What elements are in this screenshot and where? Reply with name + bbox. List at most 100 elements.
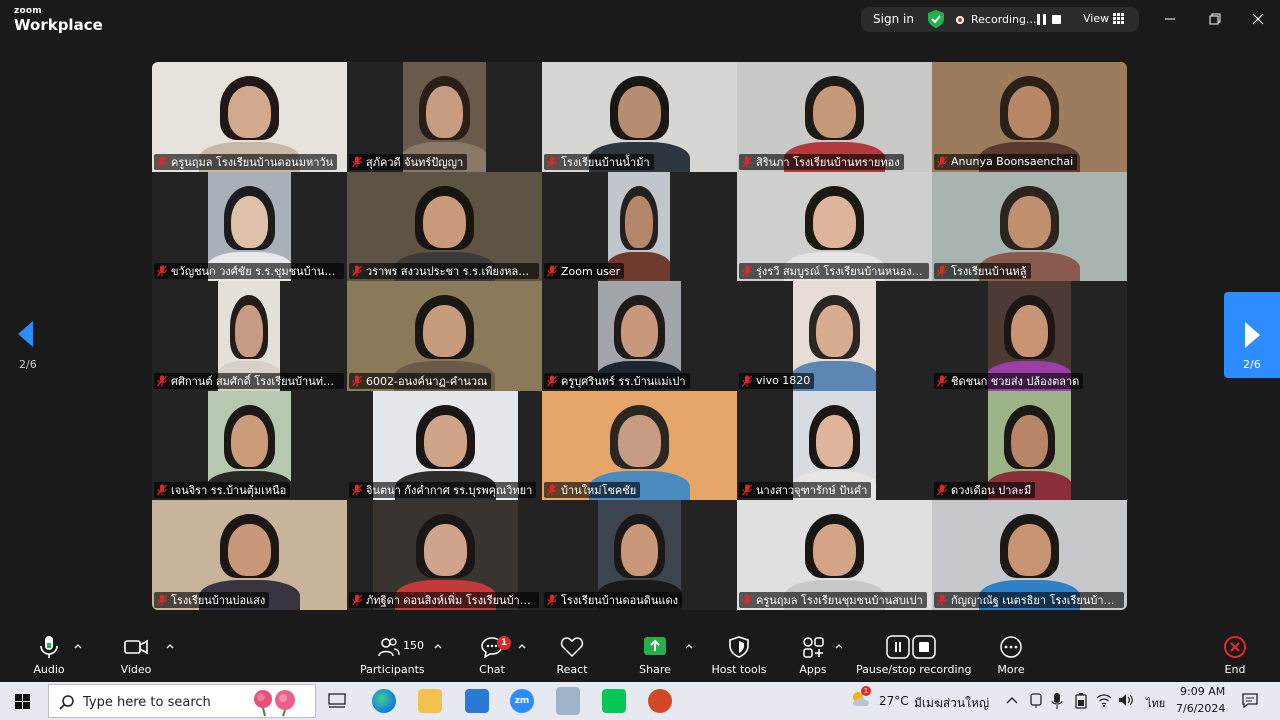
weather-temperature[interactable]: 27°C bbox=[879, 694, 909, 708]
notes-app-icon[interactable] bbox=[556, 687, 580, 715]
participant-tile[interactable]: บ้านใหม่โชคชัย bbox=[542, 390, 737, 501]
powerpoint-icon[interactable] bbox=[648, 689, 672, 713]
participant-tile[interactable]: จินตนา กังคำกาศ รร.บุรพคุณวิทยา bbox=[347, 390, 542, 501]
apps-options-chevron-icon[interactable] bbox=[835, 643, 843, 649]
video-button[interactable]: Video bbox=[116, 635, 156, 676]
video-options-chevron-icon[interactable] bbox=[166, 643, 174, 649]
show-hidden-icons-chevron-icon[interactable] bbox=[1006, 696, 1018, 704]
sign-in-button[interactable]: Sign in bbox=[873, 12, 914, 26]
brand-small: zoom bbox=[14, 6, 42, 16]
windows-start-icon[interactable] bbox=[15, 694, 30, 709]
participant-tile[interactable]: ครูบุศรินทร์ รร.บ้านแม่เปา bbox=[542, 281, 737, 391]
meet-now-icon[interactable] bbox=[1030, 693, 1042, 709]
view-button[interactable]: View bbox=[1083, 12, 1109, 25]
weather-alert-badge: 1 bbox=[861, 686, 871, 696]
participant-tile[interactable]: Zoom user bbox=[542, 171, 737, 282]
brand-large: Workplace bbox=[14, 16, 103, 34]
video-camera-icon bbox=[124, 639, 148, 655]
minimize-icon[interactable] bbox=[1157, 8, 1183, 30]
participant-tile[interactable]: วราพร สงวนประชา ร.ร.เพียงหลวง1... bbox=[347, 171, 542, 282]
volume-icon[interactable] bbox=[1118, 693, 1134, 707]
participant-tile[interactable]: ภัทฐิดา ดอนสิงห์เพิ่ม โรงเรียนบ้านเกี๋..… bbox=[347, 500, 542, 610]
mic-muted-icon bbox=[547, 265, 557, 277]
mail-icon[interactable] bbox=[465, 689, 489, 713]
participant-tile[interactable]: ชิดชนก ชวยส่ง ปล้องตลาด bbox=[932, 281, 1127, 391]
mic-muted-icon bbox=[157, 375, 167, 387]
notification-center-icon[interactable] bbox=[1242, 692, 1258, 708]
chat-options-chevron-icon[interactable] bbox=[518, 643, 526, 649]
react-button[interactable]: React bbox=[555, 635, 589, 676]
security-shield-icon[interactable] bbox=[928, 10, 944, 28]
more-button[interactable]: More bbox=[996, 635, 1026, 676]
participant-tile[interactable]: นางสาวจุฑารักษ์ ปันคำ bbox=[737, 390, 932, 501]
wifi-icon[interactable] bbox=[1096, 693, 1112, 707]
participant-tile[interactable]: โรงเรียนบ้านน้ำม้า bbox=[542, 62, 737, 172]
participant-name-bar: vivo 1820 bbox=[739, 372, 815, 389]
share-options-chevron-icon[interactable] bbox=[685, 643, 693, 649]
previous-page-button[interactable]: 2/6 bbox=[0, 292, 56, 378]
participant-tile[interactable]: โรงเรียนบ้านดอนดินแดง bbox=[542, 500, 737, 610]
participant-name-bar: วราพร สงวนประชา ร.ร.เพียงหลวง1... bbox=[349, 263, 539, 280]
weather-description[interactable]: มีเมฆส่วนใหญ่ bbox=[914, 694, 989, 713]
mic-muted-icon bbox=[937, 265, 947, 277]
participant-tile[interactable]: ศศิกานต์ สมศักดิ์ โรงเรียนบ้านท่าข้... bbox=[152, 281, 347, 391]
share-button[interactable]: Share bbox=[638, 635, 672, 676]
participant-tile[interactable]: กัญญาณัฐ เนตรธิยา โรงเรียนบ้าน... bbox=[932, 500, 1127, 610]
participant-tile[interactable]: รุ่งรวี สมบูรณ์ โรงเรียนบ้านหนองบัว... bbox=[737, 171, 932, 282]
mic-muted-icon bbox=[352, 594, 362, 606]
mic-muted-icon bbox=[547, 375, 557, 387]
heart-icon bbox=[560, 637, 584, 658]
participants-options-chevron-icon[interactable] bbox=[434, 643, 442, 649]
file-explorer-icon[interactable] bbox=[418, 689, 442, 713]
participant-tile[interactable]: Anunya Boonsaenchai bbox=[932, 62, 1127, 172]
battery-icon[interactable] bbox=[1074, 693, 1088, 709]
audio-button[interactable]: Audio bbox=[30, 635, 68, 676]
task-view-icon[interactable] bbox=[328, 693, 346, 709]
arrow-left-icon bbox=[18, 321, 33, 347]
participant-name-bar: โรงเรียนบ้านดอนดินแดง bbox=[544, 591, 683, 608]
participant-name: ศศิกานต์ สมศักดิ์ โรงเรียนบ้านท่าข้... bbox=[171, 374, 340, 388]
clock-time[interactable]: 9:09 AM bbox=[1180, 685, 1225, 698]
grid-view-icon[interactable] bbox=[1113, 13, 1124, 24]
apps-label: Apps bbox=[799, 663, 827, 676]
participant-tile[interactable]: vivo 1820 bbox=[737, 281, 932, 391]
participant-name: กัญญาณัฐ เนตรธิยา โรงเรียนบ้าน... bbox=[951, 593, 1120, 607]
participant-tile[interactable]: โรงเรียนบ้านบ่อแสง bbox=[152, 500, 347, 610]
participant-tile[interactable]: โรงเรียนบ้านหลู้ bbox=[932, 171, 1127, 282]
stop-recording-icon[interactable] bbox=[1052, 15, 1061, 24]
recording-status[interactable]: Recording... bbox=[971, 13, 1037, 26]
pause-recording-icon[interactable] bbox=[1037, 14, 1046, 25]
line-app-icon[interactable] bbox=[602, 689, 626, 713]
audio-options-chevron-icon[interactable] bbox=[74, 643, 82, 649]
participant-tile[interactable]: ขวัญชนก วงศ์ชัย ร.ร.ชุมชนบ้านศรี... bbox=[152, 171, 347, 282]
participant-tile[interactable]: สุภัควดี จันทร์ปัญญา bbox=[347, 62, 542, 172]
mic-muted-icon bbox=[937, 594, 947, 606]
participant-name-bar: สิรินภา โรงเรียนบ้านทรายทอง bbox=[739, 153, 904, 170]
zoom-taskbar-icon[interactable]: zm bbox=[510, 689, 534, 713]
host-tools-button[interactable]: Host tools bbox=[710, 635, 768, 676]
participant-name-bar: ขวัญชนก วงศ์ชัย ร.ร.ชุมชนบ้านศรี... bbox=[154, 263, 344, 280]
input-language[interactable]: ไทย bbox=[1146, 694, 1165, 712]
apps-button[interactable]: Apps bbox=[798, 635, 828, 676]
close-icon[interactable] bbox=[1245, 8, 1271, 30]
participants-icon bbox=[378, 638, 400, 657]
participant-tile[interactable]: สิรินภา โรงเรียนบ้านทรายทอง bbox=[737, 62, 932, 172]
participant-name: 6002-อนงค์นาฏ-คำนวณ bbox=[366, 374, 488, 388]
restore-icon[interactable] bbox=[1202, 8, 1228, 30]
participant-tile[interactable]: ครูนฤมล โรงเรียนบ้านดอนมหาวัน bbox=[152, 62, 347, 172]
participant-tile[interactable]: ครูนฤมล โรงเรียนชุมชนบ้านสบเปา bbox=[737, 500, 932, 610]
pause-stop-recording-button[interactable]: Pause/stop recording bbox=[856, 635, 971, 676]
participant-tile[interactable]: เจนจิรา รร.บ้านตุ้มเหนือ bbox=[152, 390, 347, 501]
microphone-in-use-icon[interactable] bbox=[1051, 692, 1063, 710]
participant-name: Anunya Boonsaenchai bbox=[951, 155, 1074, 169]
participant-name-bar: โรงเรียนบ้านบ่อแสง bbox=[154, 591, 270, 608]
clock-date[interactable]: 7/6/2024 bbox=[1176, 702, 1225, 715]
next-page-button[interactable]: 2/6 bbox=[1224, 292, 1280, 378]
participant-tile[interactable]: 6002-อนงค์นาฏ-คำนวณ bbox=[347, 281, 542, 391]
participant-tile[interactable]: ดวงเดือน ปาละมี bbox=[932, 390, 1127, 501]
end-meeting-button[interactable]: End bbox=[1220, 635, 1250, 676]
taskbar-search-box[interactable]: Type here to search bbox=[48, 684, 316, 718]
edge-browser-icon[interactable] bbox=[372, 689, 396, 713]
participant-name-bar: บ้านใหม่โชคชัย bbox=[544, 482, 641, 499]
mic-muted-icon bbox=[937, 375, 947, 387]
